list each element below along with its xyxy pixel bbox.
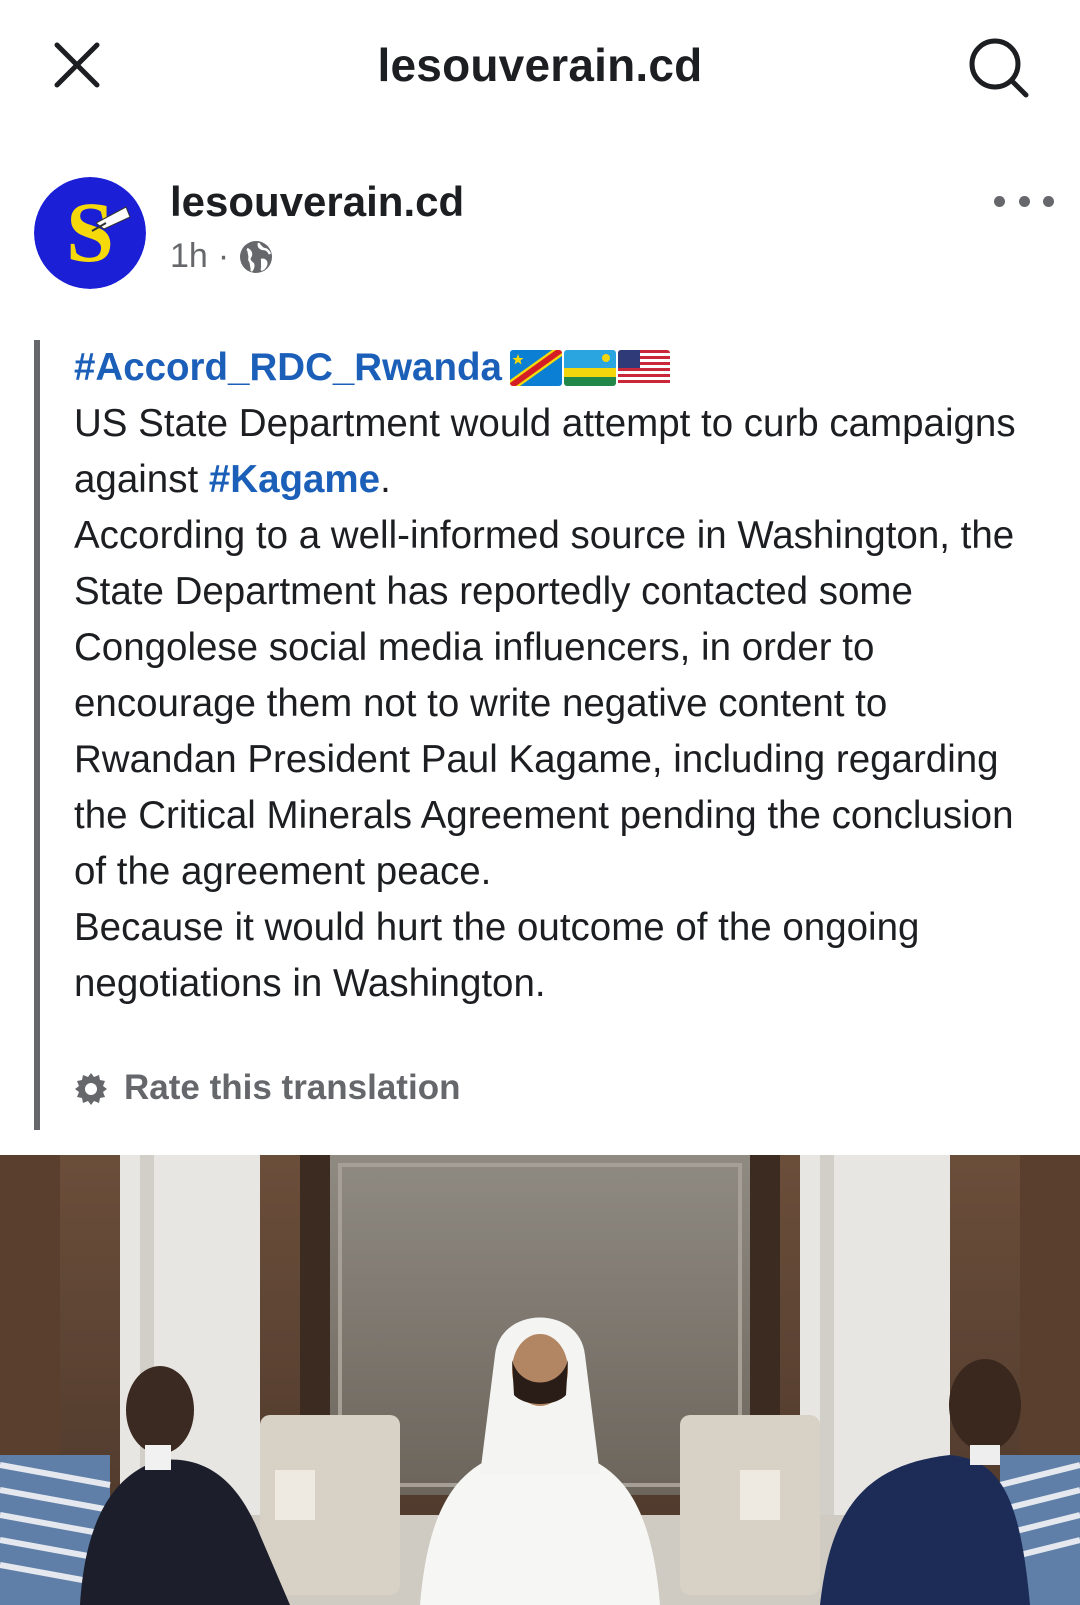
usa-flag-icon xyxy=(617,350,670,386)
paragraph-3: Because it would hurt the outcome of the… xyxy=(74,906,920,1005)
svg-text:S: S xyxy=(66,184,114,280)
drc-flag-icon xyxy=(509,350,562,386)
rate-translation-button[interactable]: Rate this translation xyxy=(74,1068,460,1108)
more-options-icon[interactable] xyxy=(994,186,1054,216)
paragraph-1-end: . xyxy=(380,458,391,501)
rwanda-flag-icon xyxy=(563,350,616,386)
gear-icon xyxy=(75,1073,107,1105)
post-text: #Accord_RDC_Rwanda US State Department w… xyxy=(74,340,1034,1012)
paragraph-2: According to a well-informed source in W… xyxy=(74,514,1015,893)
post-photo[interactable] xyxy=(0,1155,1080,1605)
hashtag-kagame[interactable]: #Kagame xyxy=(209,458,380,501)
avatar[interactable]: S xyxy=(34,177,146,289)
page-title: lesouverain.cd xyxy=(377,39,703,91)
flag-emojis xyxy=(509,350,670,386)
post-header: S lesouverain.cd 1h · xyxy=(0,170,1080,300)
rate-translation-label: Rate this translation xyxy=(124,1068,461,1107)
search-icon[interactable] xyxy=(966,35,1032,101)
post-body: #Accord_RDC_Rwanda US State Department w… xyxy=(34,340,1034,1130)
meta-separator: · xyxy=(217,237,230,275)
hashtag-accord[interactable]: #Accord_RDC_Rwanda xyxy=(74,346,502,389)
post-time: 1h xyxy=(170,237,208,275)
title-line: #Accord_RDC_Rwanda xyxy=(74,340,1034,396)
paragraph-1: US State Department would attempt to cur… xyxy=(74,396,1034,508)
globe-icon xyxy=(240,240,273,273)
post-meta: 1h · xyxy=(170,237,273,276)
top-bar: lesouverain.cd xyxy=(0,0,1080,125)
page-name[interactable]: lesouverain.cd xyxy=(170,178,464,226)
